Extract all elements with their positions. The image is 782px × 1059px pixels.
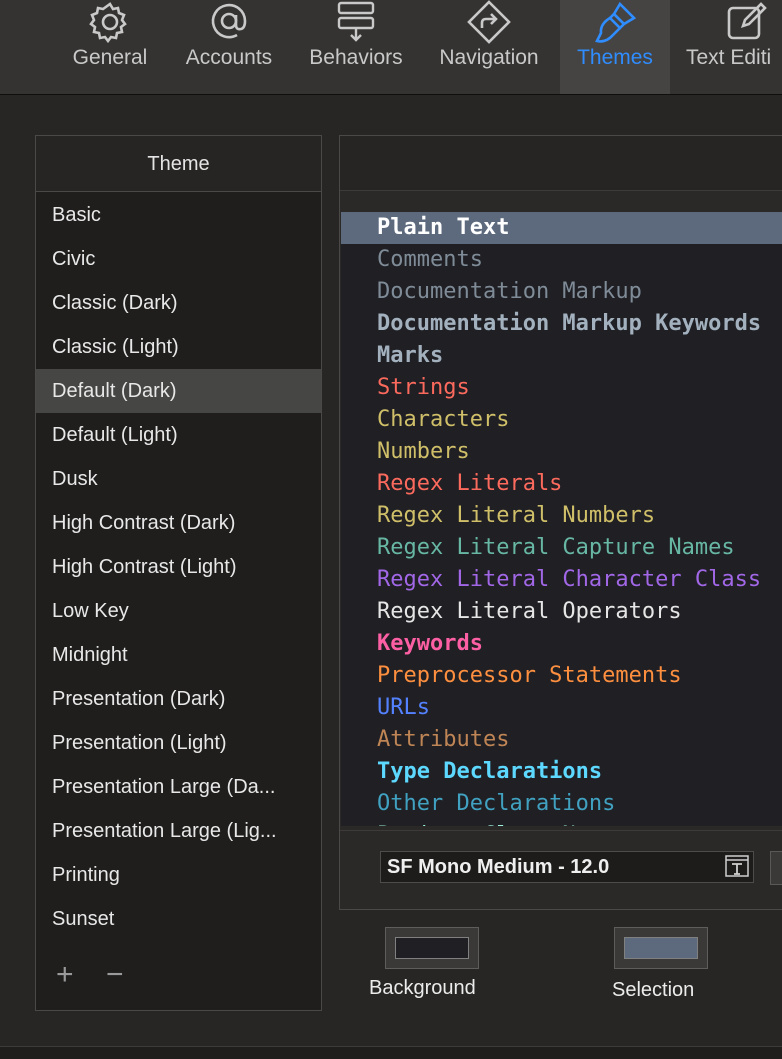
syntax-preview[interactable]: Plain Text Comments Documentation Markup Do… — [341, 212, 782, 826]
theme-list-item[interactable]: High Contrast (Light) — [36, 545, 321, 589]
theme-list-item[interactable]: Civic — [36, 237, 321, 281]
at-icon — [211, 3, 247, 39]
syntax-element-row[interactable]: Strings — [341, 372, 782, 404]
preferences-toolbar: General Accounts Behaviors Navigation Th… — [0, 0, 782, 95]
theme-list-item[interactable]: Sunset — [36, 897, 321, 941]
syntax-element-row[interactable]: Type Declarations — [341, 756, 782, 788]
theme-list: Basic Civic Classic (Dark) Classic (Light) D… — [36, 193, 321, 941]
theme-list-item[interactable]: Classic (Dark) — [36, 281, 321, 325]
paintbrush-icon — [595, 1, 637, 43]
theme-list-item[interactable]: Default (Light) — [36, 413, 321, 457]
tab-label: Behaviors — [309, 46, 403, 69]
text-font-icon[interactable] — [725, 855, 749, 877]
syntax-element-row[interactable]: Other Declarations — [341, 788, 782, 820]
tab-navigation[interactable]: Navigation — [428, 0, 550, 94]
syntax-panel: Plain Text Comments Documentation Markup Do… — [339, 135, 782, 910]
tab-label: Text Editi — [686, 46, 772, 69]
syntax-element-row[interactable]: Attributes — [341, 724, 782, 756]
background-color-well[interactable] — [385, 927, 479, 969]
syntax-element-row[interactable]: Documentation Markup — [341, 276, 782, 308]
syntax-element-row[interactable]: Preprocessor Statements — [341, 660, 782, 692]
background-color-swatch — [395, 937, 469, 959]
theme-list-panel: Theme Basic Civic Classic (Dark) Classic (L… — [35, 135, 322, 1011]
add-theme-button[interactable]: + — [56, 960, 74, 990]
syntax-element-row[interactable]: Numbers — [341, 436, 782, 468]
font-field[interactable]: SF Mono Medium - 12.0 — [380, 851, 754, 883]
syntax-element-row[interactable]: Regex Literal Numbers — [341, 500, 782, 532]
selection-color-swatch — [624, 937, 698, 959]
selection-label: Selection — [612, 979, 695, 1001]
tab-label: Accounts — [185, 46, 273, 69]
tab-label: General — [72, 46, 148, 69]
syntax-header — [340, 136, 782, 191]
theme-list-header: Theme — [36, 136, 321, 192]
theme-list-item[interactable]: Midnight — [36, 633, 321, 677]
behaviors-icon — [337, 1, 375, 42]
gear-icon — [89, 2, 127, 44]
font-side-button[interactable] — [770, 851, 782, 885]
tab-themes[interactable]: Themes — [560, 0, 670, 94]
tab-accounts[interactable]: Accounts — [175, 0, 283, 94]
syntax-element-row[interactable]: Keywords — [341, 628, 782, 660]
tab-behaviors[interactable]: Behaviors — [300, 0, 412, 94]
tab-label: Navigation — [439, 46, 539, 69]
tab-label: Themes — [577, 46, 653, 69]
syntax-element-row[interactable]: Regex Literal Capture Names — [341, 532, 782, 564]
syntax-element-row[interactable]: Documentation Markup Keywords — [341, 308, 782, 340]
edit-icon — [727, 2, 767, 40]
theme-list-item[interactable]: Printing — [36, 853, 321, 897]
font-value: SF Mono Medium - 12.0 — [387, 856, 610, 878]
theme-list-item[interactable]: Presentation (Dark) — [36, 677, 321, 721]
theme-list-item[interactable]: Presentation Large (Da... — [36, 765, 321, 809]
syntax-element-row[interactable]: Project Class Names — [341, 820, 782, 826]
font-row: SF Mono Medium - 12.0 — [340, 830, 782, 909]
syntax-element-row[interactable]: Marks — [341, 340, 782, 372]
theme-list-item[interactable]: Presentation (Light) — [36, 721, 321, 765]
tab-general[interactable]: General — [60, 0, 160, 94]
syntax-element-row[interactable]: Regex Literals — [341, 468, 782, 500]
theme-list-item[interactable]: Default (Dark) — [36, 369, 321, 413]
syntax-element-row[interactable]: Regex Literal Operators — [341, 596, 782, 628]
background-label: Background — [369, 977, 476, 999]
theme-list-item[interactable]: Low Key — [36, 589, 321, 633]
tab-text-editing[interactable]: Text Editi — [680, 0, 782, 94]
syntax-element-row[interactable]: Regex Literal Character Class — [341, 564, 782, 596]
remove-theme-button[interactable]: − — [106, 960, 124, 990]
syntax-element-row[interactable]: Comments — [341, 244, 782, 276]
syntax-element-row[interactable]: URLs — [341, 692, 782, 724]
navigation-icon — [467, 0, 511, 44]
theme-list-item[interactable]: Basic — [36, 193, 321, 237]
window-bottom-edge — [0, 1046, 782, 1059]
syntax-element-row[interactable]: Plain Text — [341, 212, 782, 244]
selection-color-well[interactable] — [614, 927, 708, 969]
theme-list-item[interactable]: Presentation Large (Lig... — [36, 809, 321, 853]
theme-list-item[interactable]: Dusk — [36, 457, 321, 501]
theme-list-item[interactable]: High Contrast (Dark) — [36, 501, 321, 545]
theme-list-item[interactable]: Classic (Light) — [36, 325, 321, 369]
syntax-element-row[interactable]: Characters — [341, 404, 782, 436]
